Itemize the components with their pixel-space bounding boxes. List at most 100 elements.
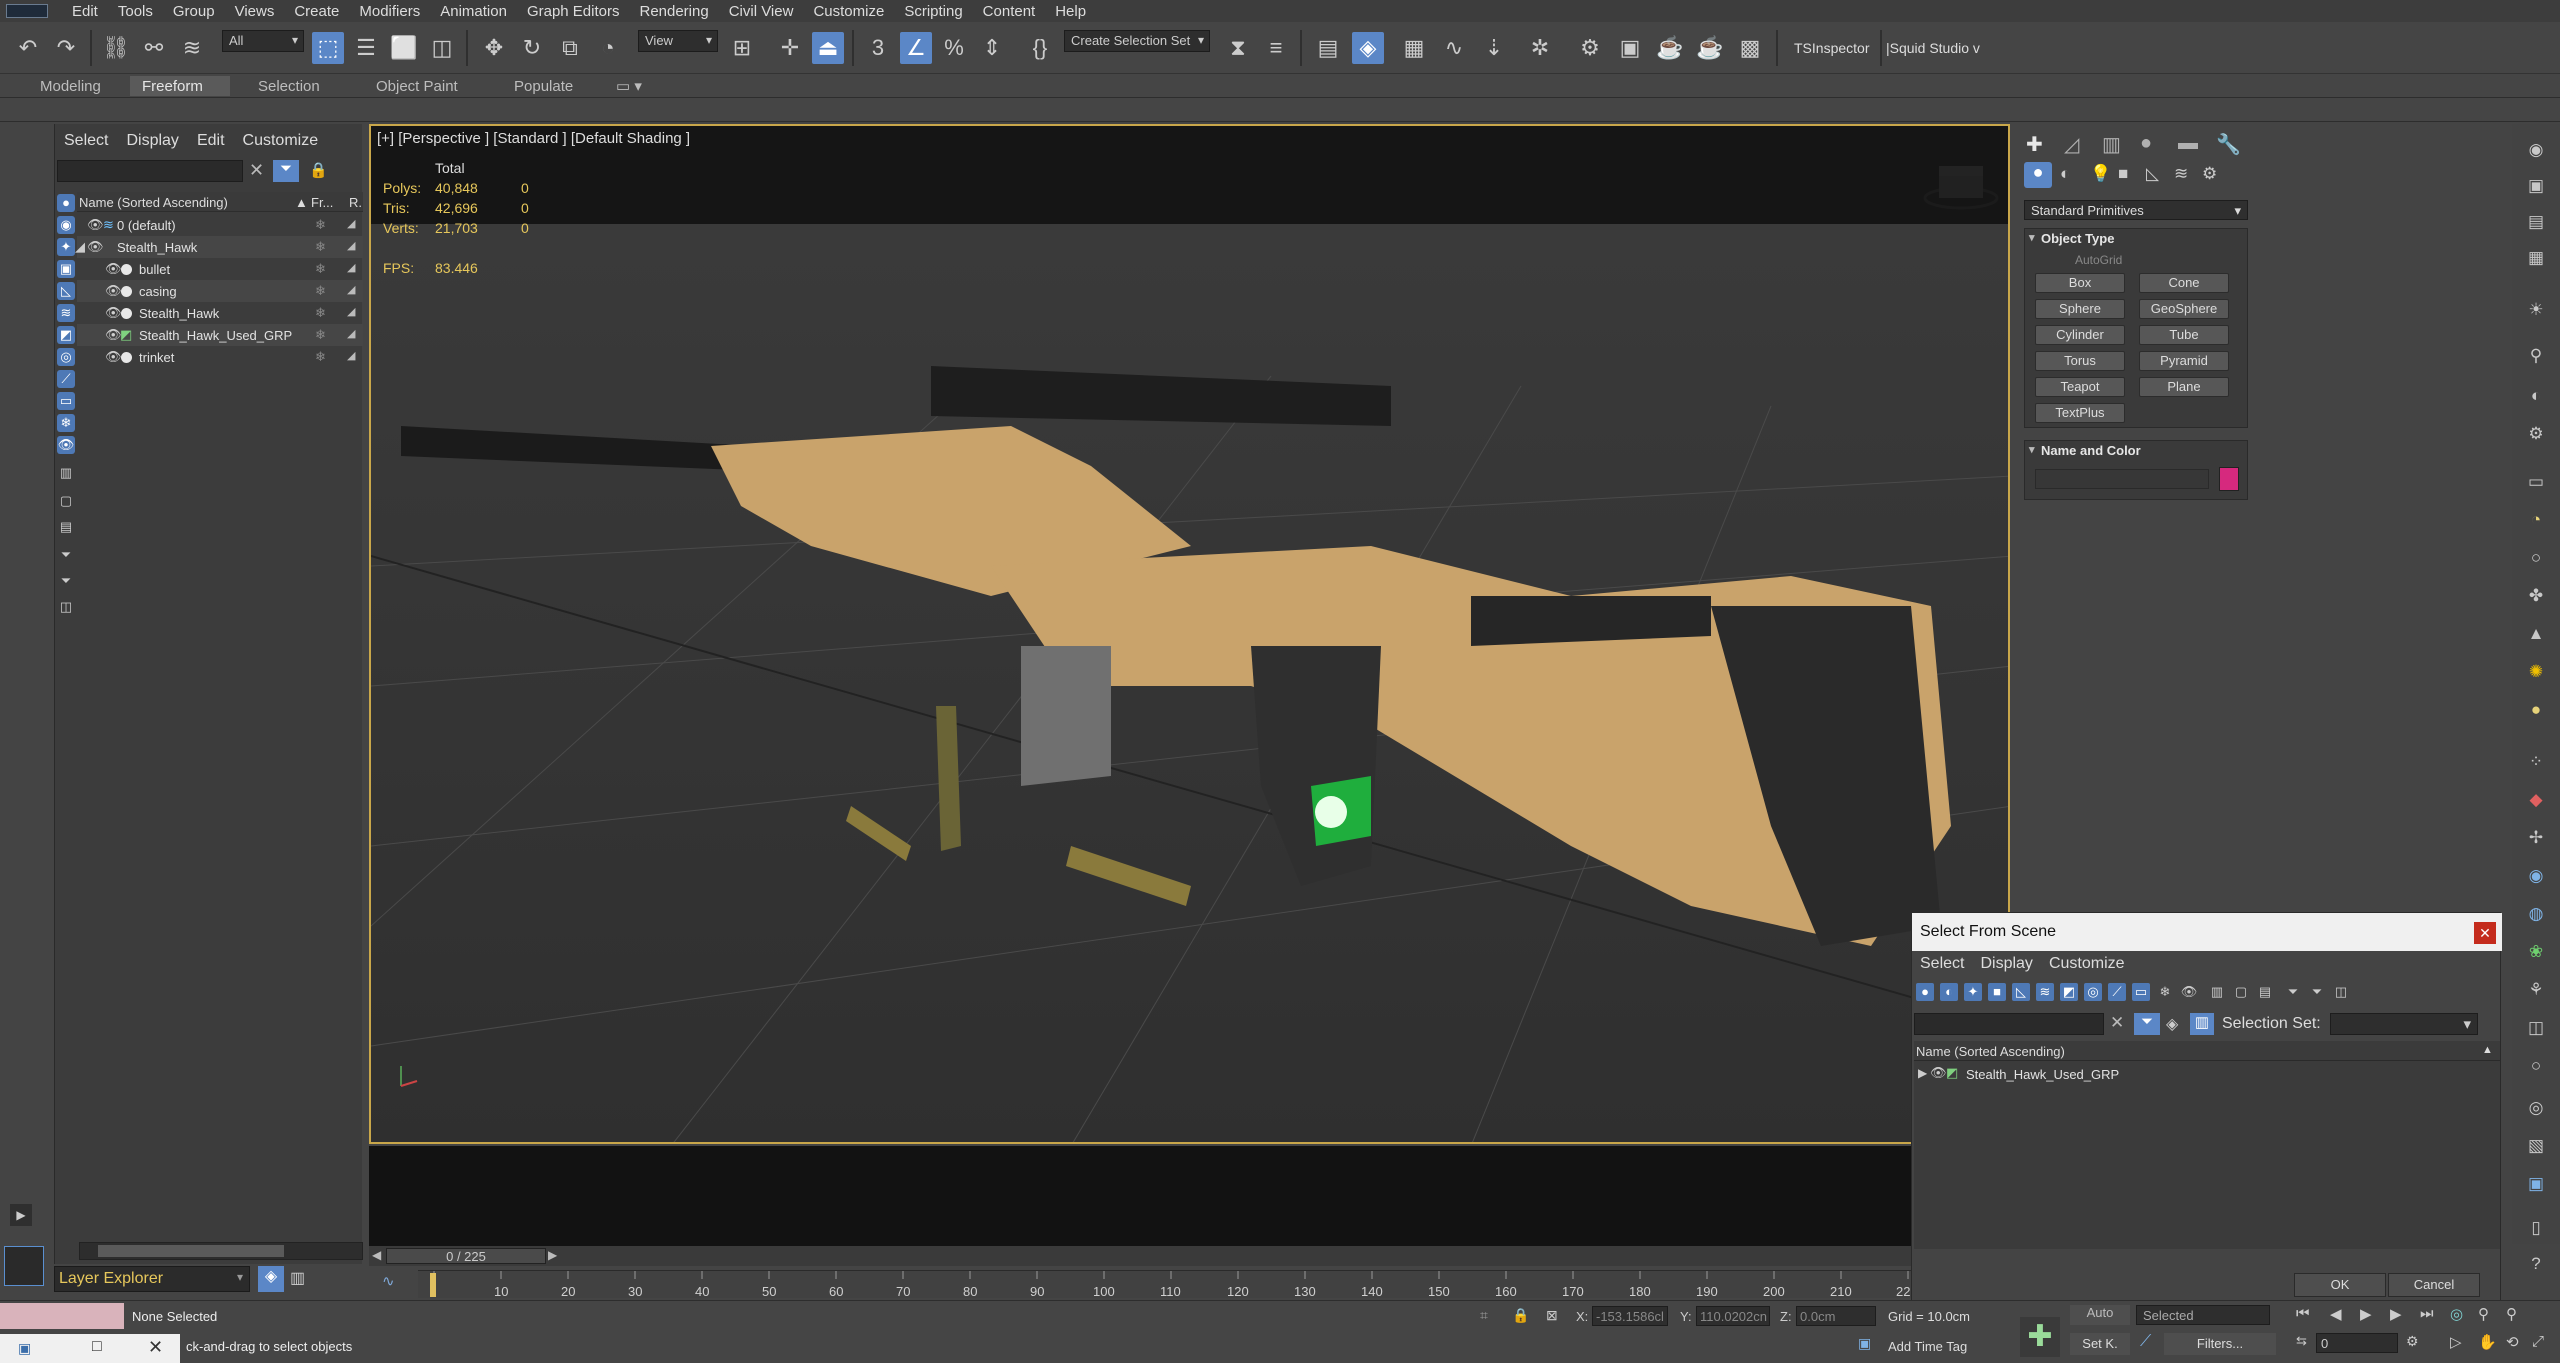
move-icon[interactable]: ✥: [478, 32, 510, 64]
key-mode-toggle-icon[interactable]: ⇆: [2296, 1333, 2307, 1349]
explorer-horizontal-scrollbar[interactable]: [79, 1242, 363, 1260]
frozen-toggle-icon[interactable]: ❄: [315, 261, 326, 277]
visibility-eye-icon[interactable]: 👁: [1930, 1065, 1947, 1081]
tool-icon-12[interactable]: ✤: [2524, 586, 2548, 608]
display-xrefs-icon[interactable]: ◎: [57, 348, 75, 366]
menu-customize[interactable]: Customize: [803, 3, 894, 20]
tool-icon-14[interactable]: ✺: [2524, 662, 2548, 684]
shapes-category-icon[interactable]: ◐: [2060, 164, 2070, 184]
menu-views[interactable]: Views: [225, 3, 285, 20]
display-all-icon[interactable]: ▥: [57, 464, 75, 482]
app-logo-icon[interactable]: [6, 4, 48, 18]
object-row[interactable]: 👁 bullet ❄ ◢: [77, 258, 363, 280]
tube-button[interactable]: Tube: [2139, 325, 2229, 345]
sphere-button[interactable]: Sphere: [2035, 299, 2125, 319]
bind-spacewarp-icon[interactable]: ≋: [176, 32, 208, 64]
display-none-icon[interactable]: ●: [57, 194, 75, 212]
render-toggle-icon[interactable]: ◢: [347, 327, 355, 340]
render-toggle-icon[interactable]: ◢: [347, 349, 355, 362]
plane-button[interactable]: Plane: [2139, 377, 2229, 397]
pivot-center-icon[interactable]: ⊞: [726, 32, 758, 64]
time-slider[interactable]: 0 / 225: [386, 1248, 546, 1264]
layers-icon[interactable]: ◈: [2166, 1014, 2178, 1034]
display-groups-icon[interactable]: ◩: [2060, 983, 2078, 1001]
tool-icon-16[interactable]: ⁘: [2524, 752, 2548, 774]
visibility-eye-icon[interactable]: 👁: [105, 283, 122, 299]
maximize-viewport-icon[interactable]: ⤢: [2532, 1333, 2544, 1350]
spacewarps-category-icon[interactable]: ≋: [2174, 164, 2188, 184]
menu-create[interactable]: Create: [284, 3, 349, 20]
display-hidden-icon[interactable]: 👁: [57, 436, 75, 454]
menu-animation[interactable]: Animation: [430, 3, 517, 20]
explorer-menu-edit[interactable]: Edit: [188, 132, 234, 152]
y-coord-field[interactable]: 110.0202cn: [1696, 1306, 1770, 1326]
layer-row[interactable]: 👁 ≋ 0 (default) ❄ ◢: [77, 214, 363, 236]
snaps-toggle-icon[interactable]: 3: [862, 32, 894, 64]
display-shapes-icon[interactable]: ◐: [1940, 983, 1958, 1001]
modify-tab-icon[interactable]: ◿: [2064, 132, 2079, 157]
tool-icon-7[interactable]: ◐: [2524, 386, 2548, 408]
helpers-category-icon[interactable]: ◺: [2146, 164, 2159, 184]
select-by-name-icon[interactable]: ☰: [350, 32, 382, 64]
display-helpers-icon[interactable]: ◺: [57, 282, 75, 300]
redo-icon[interactable]: ↷: [50, 32, 82, 64]
visibility-eye-icon[interactable]: 👁: [105, 349, 122, 365]
menu-graph-editors[interactable]: Graph Editors: [517, 3, 630, 20]
maxscript-listener-icon[interactable]: [4, 1246, 44, 1286]
tool-icon-6[interactable]: ⚲: [2524, 346, 2548, 368]
collapse-arrow-icon[interactable]: ◢: [75, 239, 85, 255]
tool-icon-27[interactable]: ▣: [2524, 1174, 2548, 1196]
render-iterative-icon[interactable]: ☕: [1694, 32, 1726, 64]
rendered-frame-window-icon[interactable]: ▣: [1614, 32, 1646, 64]
placement-icon[interactable]: ◔: [592, 32, 624, 64]
display-containers-icon[interactable]: ▭: [2132, 983, 2150, 1001]
render-toggle-icon[interactable]: ◢: [347, 283, 355, 296]
menu-edit[interactable]: Edit: [62, 3, 108, 20]
pyramid-button[interactable]: Pyramid: [2139, 351, 2229, 371]
filter-funnel-icon[interactable]: ⏷: [2284, 983, 2302, 1001]
render-toggle-icon[interactable]: ◢: [347, 217, 355, 230]
selection-filter-dropdown[interactable]: All: [222, 30, 304, 52]
utilities-tab-icon[interactable]: 🔧: [2216, 132, 2241, 157]
tool-icon-13[interactable]: ▲: [2524, 624, 2548, 646]
layer-options-icon[interactable]: ▥: [290, 1268, 305, 1288]
display-bones-icon[interactable]: ⟋: [2108, 983, 2126, 1001]
next-frame-icon[interactable]: ▶: [2390, 1305, 2402, 1323]
tool-icon-1[interactable]: ◉: [2524, 140, 2548, 162]
ok-button[interactable]: OK: [2294, 1273, 2386, 1297]
column-name-header[interactable]: Name (Sorted Ascending): [1916, 1044, 2065, 1059]
explorer-menu-select[interactable]: Select: [55, 132, 117, 152]
menu-rendering[interactable]: Rendering: [629, 3, 718, 20]
named-selection-set-dropdown[interactable]: Create Selection Set: [1064, 30, 1210, 52]
z-coord-field[interactable]: 0.0cm: [1796, 1306, 1876, 1326]
expand-arrow-icon[interactable]: ▶: [1918, 1066, 1927, 1080]
explorer-menu-display[interactable]: Display: [117, 132, 187, 152]
link-icon[interactable]: ⛓: [100, 32, 132, 64]
clear-search-icon[interactable]: ✕: [2110, 1013, 2124, 1033]
menu-group[interactable]: Group: [163, 3, 225, 20]
tool-icon-21[interactable]: ❀: [2524, 942, 2548, 964]
previous-frame-icon[interactable]: ◀: [2330, 1305, 2342, 1323]
undo-icon[interactable]: ↶: [12, 32, 44, 64]
tool-icon-4[interactable]: ▦: [2524, 248, 2548, 270]
create-tab-icon[interactable]: ✚: [2026, 132, 2043, 157]
display-geometry-icon[interactable]: ◉: [57, 216, 75, 234]
tool-icon-18[interactable]: ✢: [2524, 828, 2548, 850]
ribbon-options-icon[interactable]: ▭ ▾: [604, 76, 654, 96]
display-cameras-icon[interactable]: ■: [1988, 983, 2006, 1001]
select-manipulate-icon[interactable]: ✛: [774, 32, 806, 64]
selection-set-icon[interactable]: ◫: [2332, 983, 2350, 1001]
tab-selection[interactable]: Selection: [246, 76, 332, 96]
reference-coordinate-dropdown[interactable]: View: [638, 30, 718, 52]
object-color-swatch[interactable]: [2219, 467, 2239, 491]
go-to-end-icon[interactable]: ⏭: [2420, 1305, 2434, 1322]
tab-freeform[interactable]: Freeform: [130, 76, 230, 96]
object-name-input[interactable]: [2035, 469, 2209, 489]
viewport-nav-fov-icon[interactable]: ▷: [2450, 1333, 2462, 1351]
hierarchy-icon[interactable]: ▥: [2190, 1013, 2214, 1035]
tool-icon-9[interactable]: ▭: [2524, 472, 2548, 494]
tool-icon-23[interactable]: ◫: [2524, 1018, 2548, 1040]
invert-display-icon[interactable]: ▤: [2256, 983, 2274, 1001]
visibility-eye-icon[interactable]: 👁: [87, 239, 104, 255]
display-tab-icon[interactable]: ▬: [2178, 132, 2198, 155]
